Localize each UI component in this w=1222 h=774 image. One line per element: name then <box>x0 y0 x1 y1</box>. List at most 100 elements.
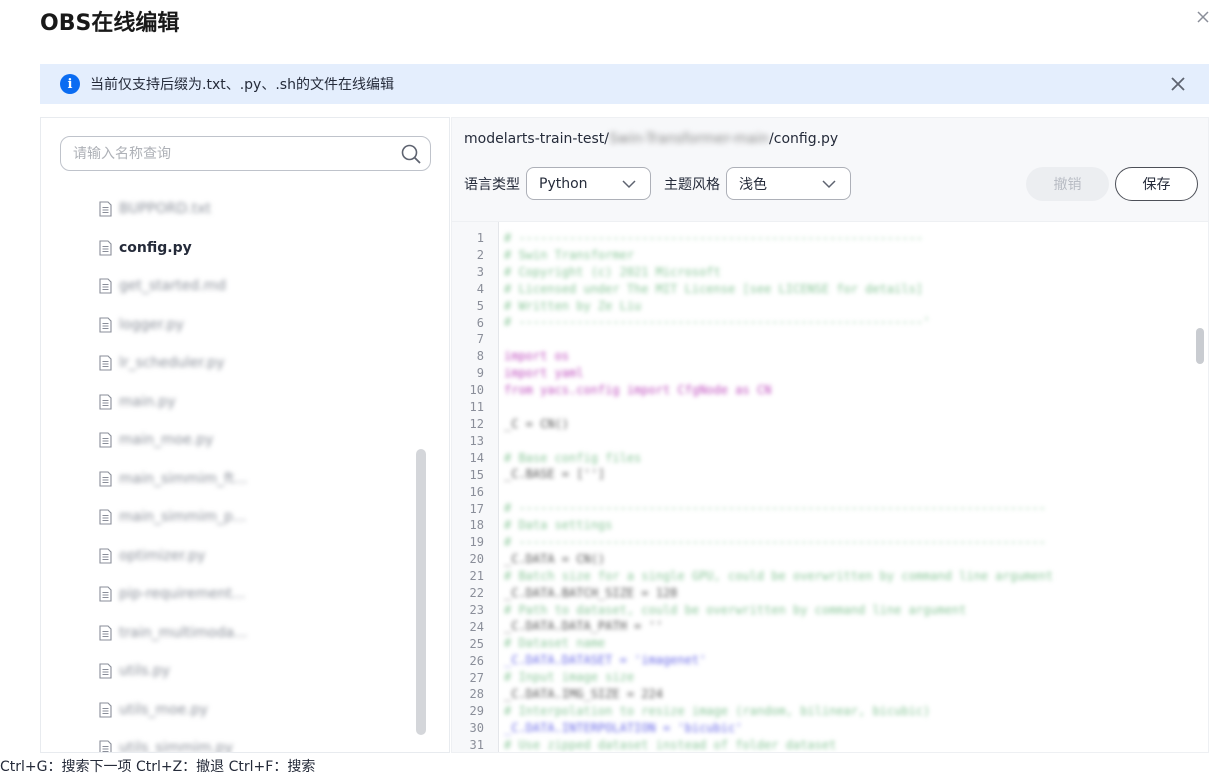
file-name: utils.py <box>119 663 171 680</box>
code-line: _C.DATA.DATASET = 'imagenet' <box>504 653 707 668</box>
code-line: from yacs.config import CfgNode as CN <box>504 383 772 398</box>
line-number: 4 <box>476 281 484 296</box>
notice-close-icon[interactable] <box>1169 75 1187 93</box>
line-number: 23 <box>469 602 484 617</box>
code-line: # Input image size <box>504 670 635 685</box>
file-item[interactable]: BUPPORD.txt <box>99 190 419 229</box>
line-number: 6 <box>476 315 484 330</box>
save-button[interactable]: 保存 <box>1115 167 1198 201</box>
line-number: 20 <box>469 552 484 567</box>
line-number: 16 <box>469 484 484 499</box>
info-notice-bar: i 当前仅支持后缀为.txt、.py、.sh的文件在线编辑 <box>40 64 1209 104</box>
search-box <box>60 136 431 171</box>
theme-style-label: 主题风格 <box>664 176 720 193</box>
code-line: _C.BASE = [''] <box>504 467 606 482</box>
theme-select-value: 浅色 <box>739 176 767 193</box>
code-line: import os <box>504 349 570 364</box>
file-item[interactable]: get_started.md <box>99 267 419 306</box>
line-number: 12 <box>469 416 484 431</box>
code-line: # Swin Transformer <box>504 247 635 262</box>
dialog-title: OBS在线编辑 <box>40 11 180 36</box>
file-item[interactable]: main.py <box>99 383 419 422</box>
code-line: # --------------------------------------… <box>504 315 931 330</box>
code-editor[interactable]: 1 2 3 4 5 6 7 8 9 10 11 12 13 14 15 16 17 18 19 20 21 22 23 24 2… <box>452 221 1208 753</box>
file-list-scrollbar[interactable] <box>416 449 426 735</box>
file-name: utils_moe.py <box>119 701 208 718</box>
code-line: # Path to dataset, could be overwritten … <box>504 602 967 617</box>
line-number: 26 <box>469 653 484 668</box>
undo-button[interactable]: 撤销 <box>1026 167 1109 201</box>
code-line: # Dataset name <box>504 636 606 651</box>
line-number: 1 <box>476 231 484 245</box>
file-icon <box>99 355 112 371</box>
file-icon <box>99 240 112 256</box>
line-number: 29 <box>469 704 484 719</box>
path-suffix: /config.py <box>769 131 839 147</box>
file-item[interactable]: main_simmim_ft... <box>99 460 419 499</box>
file-item[interactable]: lr_scheduler.py <box>99 344 419 383</box>
line-number: 3 <box>476 264 484 279</box>
file-item[interactable]: train_multimoda... <box>99 614 419 653</box>
file-icon <box>99 586 112 602</box>
file-name: config.py <box>119 239 192 256</box>
code-line: _C.DATA = CN() <box>504 551 606 566</box>
obs-online-editor-dialog: OBS在线编辑 i 当前仅支持后缀为.txt、.py、.sh的文件在线编辑 BU… <box>0 0 1222 774</box>
file-icon <box>99 201 112 217</box>
file-item[interactable]: main_moe.py <box>99 421 419 460</box>
file-item[interactable]: main_simmim_p... <box>99 498 419 537</box>
line-number: 14 <box>469 450 484 465</box>
line-number: 31 <box>469 738 484 753</box>
file-name: main_simmim_p... <box>119 509 247 526</box>
line-number: 11 <box>469 400 484 415</box>
path-prefix: modelarts-train-test/ <box>464 131 610 147</box>
notice-text: 当前仅支持后缀为.txt、.py、.sh的文件在线编辑 <box>90 77 394 93</box>
file-icon <box>99 471 112 487</box>
editor-scrollbar[interactable] <box>1196 328 1204 364</box>
file-item[interactable]: logger.py <box>99 306 419 345</box>
theme-select[interactable]: 浅色 <box>726 167 851 200</box>
line-number: 5 <box>476 298 484 313</box>
code-line: _C.DATA.INTERPOLATION = 'bicubic' <box>504 720 743 735</box>
language-select[interactable]: Python <box>526 167 651 200</box>
code-line: _C.DATA.DATA_PATH = '' <box>504 619 663 634</box>
file-item[interactable]: config.py <box>99 229 419 268</box>
close-icon[interactable] <box>1194 8 1212 26</box>
line-number-gutter: 1 2 3 4 5 6 7 8 9 10 11 12 13 14 15 16 17 18 19 20 21 22 23 24 2… <box>452 222 499 753</box>
file-item[interactable]: optimizer.py <box>99 537 419 576</box>
code-line: _C = CN() <box>504 416 570 431</box>
code-line: # Base config files <box>504 450 642 465</box>
file-name: BUPPORD.txt <box>119 201 211 218</box>
file-icon <box>99 740 112 752</box>
code-content[interactable]: # --------------------------------------… <box>504 230 1194 752</box>
code-line: # Written by Ze Liu <box>504 298 642 313</box>
code-line: # --------------------------------------… <box>504 501 1046 516</box>
code-line: # Copyright (c) 2021 Microsoft <box>504 264 721 279</box>
file-path-breadcrumb: modelarts-train-test/Swin-Transformer-ma… <box>464 131 838 147</box>
file-item[interactable]: utils_simmim.py <box>99 729 419 752</box>
file-name: train_multimoda... <box>119 624 248 641</box>
file-item[interactable]: utils.py <box>99 652 419 691</box>
code-line: import yaml <box>504 366 584 381</box>
code-line: # Data settings <box>504 518 613 533</box>
editor-options-row: 语言类型 Python 主题风格 浅色 <box>464 167 851 200</box>
file-icon <box>99 432 112 448</box>
file-item[interactable]: pip-requirement... <box>99 575 419 614</box>
line-numbers: 1 2 3 4 5 6 7 8 9 10 11 12 13 14 15 16 17 18 19 20 21 22 23 24 2… <box>469 230 484 753</box>
line-number: 2 <box>476 247 484 262</box>
line-number: 10 <box>469 383 484 398</box>
line-number: 22 <box>469 586 484 601</box>
line-number: 30 <box>469 721 484 736</box>
chevron-down-icon <box>822 179 836 188</box>
language-type-label: 语言类型 <box>464 176 520 193</box>
search-icon[interactable] <box>400 143 422 165</box>
line-number: 8 <box>476 349 484 364</box>
file-item[interactable]: utils_moe.py <box>99 691 419 730</box>
code-line: # Use zipped dataset instead of folder d… <box>504 737 837 752</box>
search-input[interactable] <box>73 145 393 162</box>
file-icon <box>99 548 112 564</box>
keyboard-shortcuts-hint: Ctrl+G：搜索下一项 Ctrl+Z：撤退 Ctrl+F：搜索 <box>0 759 316 774</box>
file-name: main_simmim_ft... <box>119 470 248 487</box>
file-icon <box>99 509 112 525</box>
